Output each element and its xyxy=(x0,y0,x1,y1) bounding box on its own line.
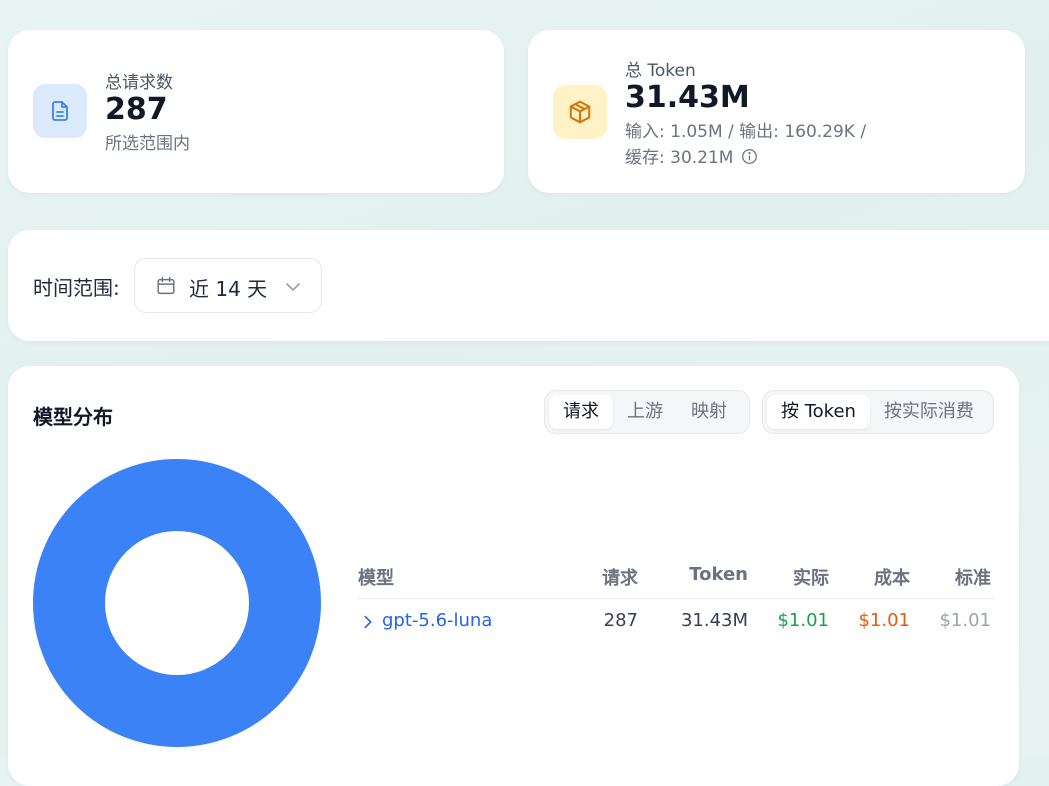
donut-slice-gpt-5.6-luna[interactable] xyxy=(33,459,321,747)
tab-by-token[interactable]: 按 Token xyxy=(767,395,870,429)
total-token-label: 总 Token xyxy=(625,61,696,81)
cell-actual: $1.01 xyxy=(777,610,829,631)
time-range-label: 时间范围: xyxy=(33,276,120,300)
model-distribution-title: 模型分布 xyxy=(33,405,113,429)
calendar-icon xyxy=(155,275,177,301)
token-cache-text: 缓存: 30.21M xyxy=(625,148,734,168)
tab-upstream[interactable]: 上游 xyxy=(613,395,677,429)
col-cost: 成本 xyxy=(874,568,910,589)
document-icon xyxy=(33,84,87,138)
col-standard: 标准 xyxy=(955,568,991,589)
total-token-value: 31.43M xyxy=(625,80,750,115)
time-range-select[interactable]: 近 14 天 xyxy=(134,258,322,313)
total-token-card: 总 Token 31.43M 输入: 1.05M / 输出: 160.29K /… xyxy=(528,30,1025,193)
metric-segmented-control: 请求 上游 映射 xyxy=(544,390,750,434)
cell-token: 31.43M xyxy=(680,610,748,631)
total-requests-value: 287 xyxy=(105,92,168,127)
model-distribution-card: 模型分布 请求 上游 映射 按 Token 按实际消费 模型 请求 Token … xyxy=(8,366,1019,786)
cell-requests: 287 xyxy=(603,610,638,631)
time-range-value: 近 14 天 xyxy=(189,277,268,301)
cell-standard: $1.01 xyxy=(939,610,991,631)
col-model: 模型 xyxy=(358,568,394,589)
col-actual: 实际 xyxy=(793,568,829,589)
token-breakdown-line2: 缓存: 30.21M xyxy=(625,145,758,173)
total-requests-label: 总请求数 xyxy=(105,73,173,93)
cell-cost: $1.01 xyxy=(858,610,910,631)
total-requests-sub: 所选范围内 xyxy=(105,134,190,154)
tab-requests[interactable]: 请求 xyxy=(549,395,613,429)
sort-segmented-control: 按 Token 按实际消费 xyxy=(762,390,994,434)
expand-chevron-icon[interactable] xyxy=(359,613,377,636)
tab-by-actual-cost[interactable]: 按实际消费 xyxy=(870,395,988,429)
chevron-down-icon xyxy=(283,277,303,301)
box-icon xyxy=(553,85,607,139)
model-name-link[interactable]: gpt-5.6-luna xyxy=(382,610,492,631)
model-donut-chart xyxy=(33,459,321,747)
col-token: Token xyxy=(689,564,748,585)
time-range-card: 时间范围: 近 14 天 xyxy=(8,230,1049,341)
table-divider xyxy=(357,598,995,599)
col-requests: 请求 xyxy=(602,568,638,589)
token-breakdown-line1: 输入: 1.05M / 输出: 160.29K / xyxy=(625,122,867,142)
tab-mapping[interactable]: 映射 xyxy=(677,395,741,429)
total-requests-card: 总请求数 287 所选范围内 xyxy=(8,30,504,193)
info-icon[interactable] xyxy=(741,147,758,173)
